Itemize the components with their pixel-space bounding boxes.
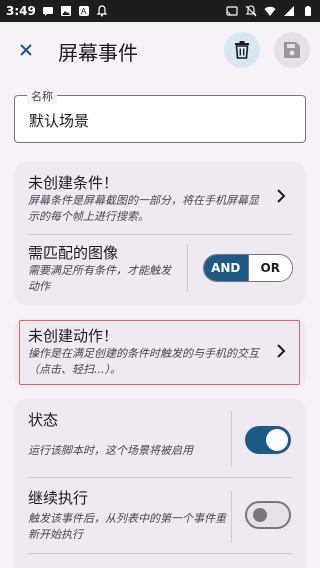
- save-button[interactable]: [274, 32, 310, 68]
- state-vertical-divider: [231, 411, 232, 467]
- match-vertical-divider: [187, 244, 188, 292]
- cast-icon: [226, 6, 238, 16]
- top-app-bar: 屏幕事件: [0, 22, 320, 78]
- status-right-icons: [226, 5, 314, 17]
- switch-thumb: [253, 508, 267, 522]
- message-icon: [42, 7, 53, 16]
- close-icon: [20, 44, 32, 56]
- status-bar: 3:49 A: [0, 0, 320, 22]
- status-left-icons: A: [42, 5, 108, 17]
- battery-icon: [305, 6, 311, 16]
- conditions-description: 屏幕条件是屏幕截图的一部分，将在手机屏幕显示的每个帧上进行搜索。: [28, 194, 259, 223]
- image-icon: [60, 6, 71, 16]
- close-button[interactable]: [14, 38, 38, 62]
- name-input[interactable]: [29, 108, 289, 132]
- screen: 3:49 A 屏幕事件 名称 默认场景 未创建条件！ 屏幕条件是屏幕截图的一部分…: [0, 0, 320, 568]
- conditions-card: 未创建条件！ 屏幕条件是屏幕截图的一部分，将在手机屏幕显示的每个帧上进行搜索。 …: [14, 162, 306, 305]
- status-time: 3:49: [6, 4, 36, 18]
- save-icon: [284, 42, 300, 58]
- delete-icon: [235, 41, 249, 59]
- operator-and-button[interactable]: AND: [204, 255, 248, 281]
- operator-or-button[interactable]: OR: [247, 255, 292, 281]
- actions-highlight-frame: [19, 320, 300, 385]
- mute-icon: [245, 5, 257, 17]
- delete-button[interactable]: [224, 32, 260, 68]
- svg-text:A: A: [81, 7, 87, 16]
- app-icon: A: [78, 6, 89, 16]
- chevron-right-icon: [273, 188, 289, 204]
- name-field[interactable]: 名称: [14, 88, 306, 143]
- name-field-label: 名称: [27, 88, 57, 104]
- conditions-title: 未创建条件！: [28, 174, 119, 192]
- conditions-row[interactable]: 未创建条件！ 屏幕条件是屏幕截图的一部分，将在手机屏幕显示的每个帧上进行搜索。: [14, 162, 306, 232]
- notification-icon: [96, 5, 108, 17]
- operator-toggle: AND OR: [203, 254, 293, 282]
- match-title: 需匹配的图像: [28, 244, 119, 262]
- settings-divider: [28, 477, 292, 478]
- wifi-icon: [264, 6, 276, 16]
- state-switch[interactable]: [245, 426, 291, 454]
- switch-thumb: [266, 429, 288, 451]
- state-title: 状态: [28, 411, 59, 429]
- signal-icon: [284, 6, 294, 16]
- continue-description: 触发该事件后，从列表中的第一个事件重新开始执行: [28, 512, 226, 541]
- continue-vertical-divider: [231, 491, 232, 543]
- match-description: 需要满足所有条件，才能触发动作: [28, 264, 171, 293]
- state-description: 运行该脚本时，这个场景将被启用: [28, 444, 193, 457]
- settings-bottom-divider: [28, 553, 292, 554]
- settings-card: 状态 运行该脚本时，这个场景将被启用 继续执行 触发该事件后，从列表中的第一个事…: [14, 399, 306, 568]
- continue-switch[interactable]: [245, 501, 291, 529]
- continue-title: 继续执行: [28, 489, 89, 507]
- page-title: 屏幕事件: [58, 41, 138, 65]
- conditions-divider: [28, 234, 292, 235]
